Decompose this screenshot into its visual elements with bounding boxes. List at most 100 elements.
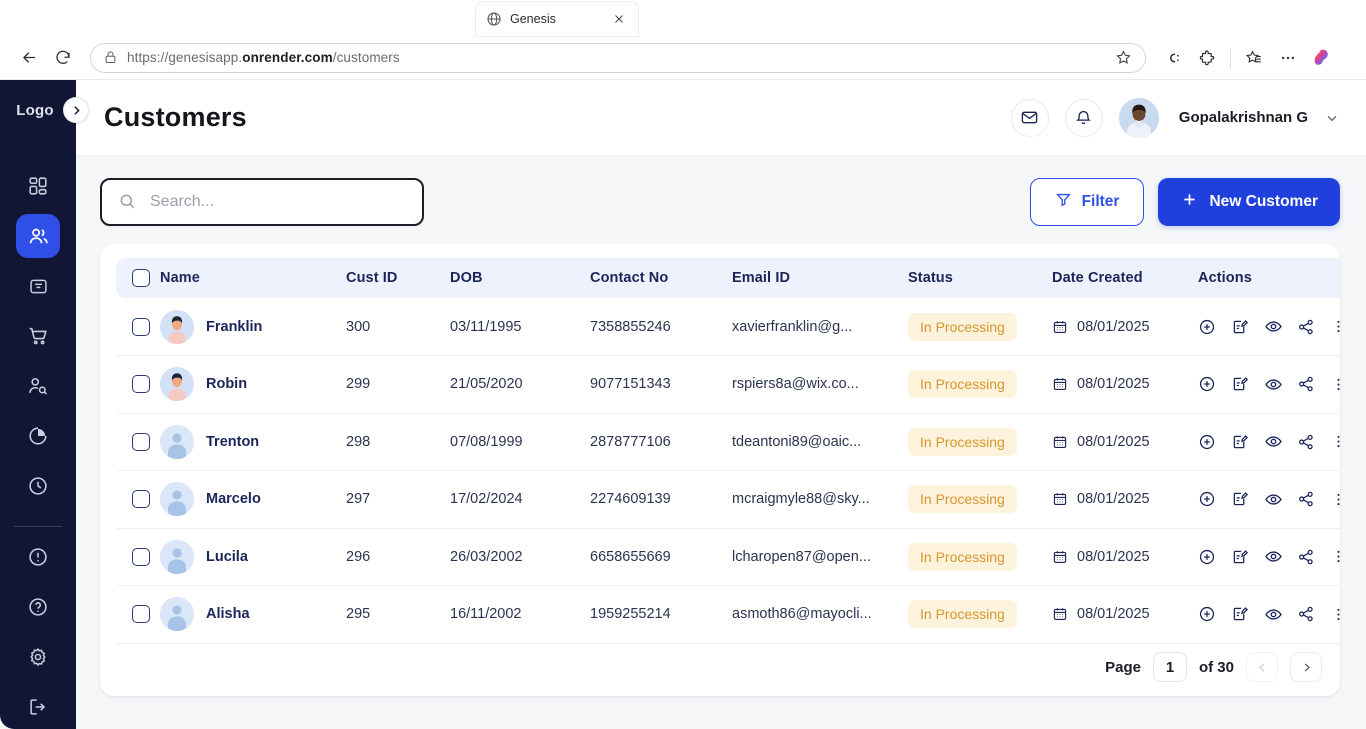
bell-icon[interactable] [1064, 98, 1103, 137]
cell-cust-id: 295 [346, 585, 450, 644]
table-row[interactable]: Alisha 295 16/11/2002 1959255214 asmoth8… [116, 585, 1340, 644]
edit-note-icon[interactable] [1231, 375, 1250, 394]
pagination-current-page[interactable]: 1 [1152, 652, 1187, 682]
cell-cust-id: 297 [346, 470, 450, 529]
back-arrow-icon[interactable] [14, 43, 44, 73]
sidebar-item-dashboard[interactable] [16, 164, 60, 208]
add-circle-icon[interactable] [1198, 605, 1217, 624]
sidebar-item-inbox[interactable] [16, 264, 60, 308]
select-all-checkbox[interactable] [132, 269, 150, 287]
mail-icon[interactable] [1010, 98, 1049, 137]
share-icon[interactable] [1297, 317, 1316, 336]
row-checkbox[interactable] [132, 317, 150, 336]
filter-button[interactable]: Filter [1029, 178, 1145, 226]
more-icon[interactable] [1273, 43, 1303, 73]
reload-icon[interactable] [48, 43, 78, 73]
column-header-dob[interactable]: DOB [450, 258, 590, 298]
sidebar-item-settings[interactable] [16, 635, 60, 679]
column-header-date-created[interactable]: Date Created [1052, 258, 1198, 298]
search-box[interactable] [100, 178, 424, 226]
avatar[interactable] [1118, 97, 1159, 138]
row-checkbox[interactable] [132, 490, 150, 509]
new-customer-button[interactable]: New Customer [1158, 178, 1340, 226]
column-header-name[interactable]: Name [160, 258, 346, 298]
row-checkbox[interactable] [132, 375, 150, 394]
sidebar-item-orders[interactable] [16, 314, 60, 358]
table-row[interactable]: Robin 299 21/05/2020 9077151343 rspiers8… [116, 355, 1340, 414]
share-icon[interactable] [1297, 432, 1316, 451]
sidebar-collapse-button[interactable] [63, 97, 89, 123]
row-select-cell [116, 585, 160, 644]
header-actions: Gopalakrishnan G [1010, 97, 1340, 138]
copilot-icon[interactable] [1307, 43, 1337, 73]
share-icon[interactable] [1297, 605, 1316, 624]
sidebar-item-customers[interactable] [16, 214, 60, 258]
table-row[interactable]: Marcelo 297 17/02/2024 2274609139 mcraig… [116, 470, 1340, 529]
column-header-status[interactable]: Status [908, 258, 1052, 298]
more-vertical-icon[interactable] [1329, 547, 1340, 566]
edit-note-icon[interactable] [1231, 432, 1250, 451]
more-vertical-icon[interactable] [1329, 317, 1340, 336]
pagination-prev-button[interactable] [1246, 652, 1278, 682]
more-vertical-icon[interactable] [1329, 432, 1340, 451]
search-input[interactable] [150, 193, 406, 211]
funnel-icon [1055, 191, 1072, 213]
sidebar-item-help[interactable] [16, 585, 60, 629]
browser-tab-genesis[interactable]: Genesis [476, 2, 638, 36]
row-avatar [160, 367, 194, 402]
column-header-email-id[interactable]: Email ID [732, 258, 908, 298]
table-row[interactable]: Franklin 300 03/11/1995 7358855246 xavie… [116, 298, 1340, 356]
share-icon[interactable] [1297, 547, 1316, 566]
column-header-cust-id[interactable]: Cust ID [346, 258, 450, 298]
sidebar-item-history[interactable] [16, 464, 60, 508]
eye-icon[interactable] [1264, 432, 1283, 451]
share-icon[interactable] [1297, 490, 1316, 509]
sidebar-item-logout[interactable] [16, 685, 60, 729]
star-icon[interactable] [1115, 49, 1133, 67]
cell-contact-no: 1959255214 [590, 585, 732, 644]
add-circle-icon[interactable] [1198, 547, 1217, 566]
cell-dob: 07/08/1999 [450, 413, 590, 471]
cell-cust-id: 298 [346, 413, 450, 471]
column-header-contact-no[interactable]: Contact No [590, 258, 732, 298]
eye-icon[interactable] [1264, 490, 1283, 509]
add-circle-icon[interactable] [1198, 490, 1217, 509]
table-row[interactable]: Lucila 296 26/03/2002 6658655669 lcharop… [116, 528, 1340, 586]
more-vertical-icon[interactable] [1329, 605, 1340, 624]
table-row[interactable]: Trenton 298 07/08/1999 2878777106 tdeant… [116, 413, 1340, 471]
eye-icon[interactable] [1264, 317, 1283, 336]
eye-icon[interactable] [1264, 605, 1283, 624]
extensions-icon[interactable] [1192, 43, 1222, 73]
sidebar-item-user-search[interactable] [16, 364, 60, 408]
address-bar[interactable]: https://genesisapp.onrender.com/customer… [90, 42, 1146, 73]
add-circle-icon[interactable] [1198, 375, 1217, 394]
sidebar-item-reports[interactable] [16, 414, 60, 458]
collections-icon[interactable] [1239, 43, 1269, 73]
edit-note-icon[interactable] [1231, 547, 1250, 566]
customer-name: Alisha [206, 606, 250, 623]
copilot-c-icon[interactable] [1158, 43, 1188, 73]
edit-note-icon[interactable] [1231, 490, 1250, 509]
row-avatar [160, 597, 194, 632]
cell-date-created: 08/01/2025 [1052, 298, 1198, 356]
cell-name: Marcelo [160, 470, 346, 529]
add-circle-icon[interactable] [1198, 317, 1217, 336]
edit-note-icon[interactable] [1231, 605, 1250, 624]
sidebar-item-alerts[interactable] [16, 535, 60, 579]
more-vertical-icon[interactable] [1329, 490, 1340, 509]
row-checkbox[interactable] [132, 605, 150, 624]
row-checkbox[interactable] [132, 432, 150, 451]
edit-note-icon[interactable] [1231, 317, 1250, 336]
pagination-next-button[interactable] [1290, 652, 1322, 682]
pagination-page-label: Page [1105, 658, 1141, 676]
add-circle-icon[interactable] [1198, 432, 1217, 451]
chevron-down-icon[interactable] [1324, 110, 1340, 126]
close-icon[interactable] [610, 10, 628, 28]
share-icon[interactable] [1297, 375, 1316, 394]
user-name[interactable]: Gopalakrishnan G [1179, 109, 1308, 126]
eye-icon[interactable] [1264, 375, 1283, 394]
eye-icon[interactable] [1264, 547, 1283, 566]
more-vertical-icon[interactable] [1329, 375, 1340, 394]
row-checkbox[interactable] [132, 547, 150, 566]
customer-name: Trenton [206, 433, 260, 450]
